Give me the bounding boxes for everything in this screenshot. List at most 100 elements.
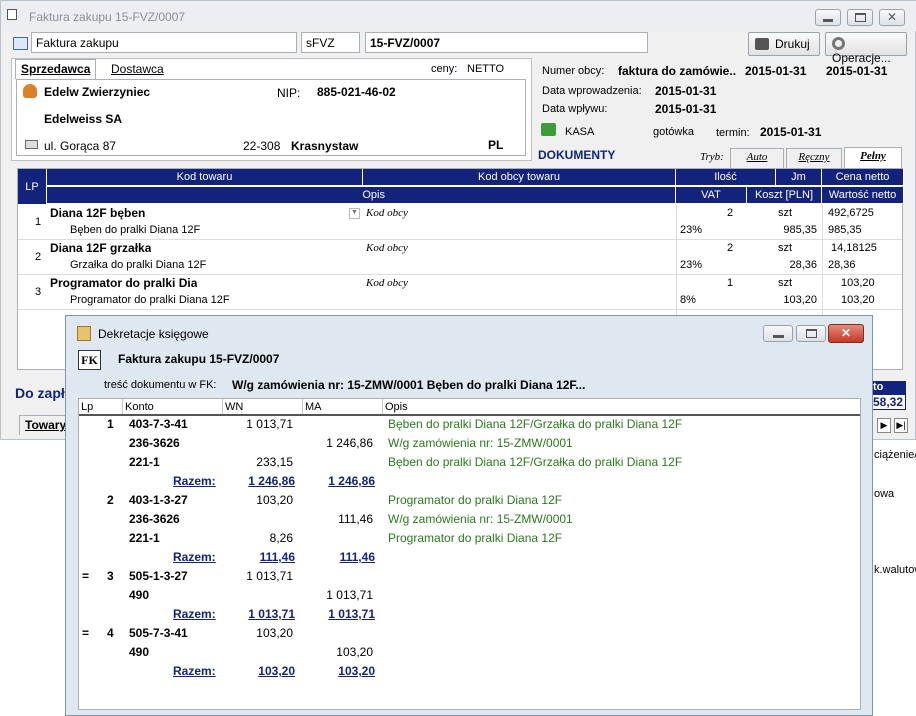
row-price: 14,18125	[831, 242, 877, 254]
total-row[interactable]: Razem: 1 013,71 1 013,71	[79, 605, 860, 624]
total-row[interactable]: Razem: 111,46 111,46	[79, 548, 860, 567]
row-lp: 3	[107, 569, 114, 583]
row-ma: 1 013,71	[326, 588, 373, 602]
col-opis[interactable]: Opis	[383, 399, 860, 415]
row-value: 28,36	[828, 259, 856, 271]
cash-label: KASA	[565, 126, 595, 138]
col-kod[interactable]: Kod towaru	[47, 169, 363, 186]
total-ma: 1 013,71	[328, 607, 375, 621]
tab-auto[interactable]: Auto	[730, 148, 784, 168]
cash-icon	[541, 123, 556, 136]
country: PL	[488, 138, 504, 152]
next-page-button[interactable]: ▶	[877, 418, 891, 433]
row-ma: 111,46	[338, 512, 373, 526]
tab-full[interactable]: Pełny	[844, 147, 902, 168]
col-jm[interactable]: Jm	[776, 169, 822, 186]
row-wn: 8,26	[269, 531, 293, 545]
row-desc: Programator do pralki Diana 12F	[70, 294, 230, 306]
posting-row[interactable]: = 4 505-7-3-41 103,20	[79, 624, 860, 643]
payment-method[interactable]: gotówka	[653, 126, 694, 138]
row-obcy: Kod obcy	[366, 242, 408, 254]
row-wn: 103,20	[256, 493, 293, 507]
row-lp: 4	[107, 626, 114, 640]
doc-type-field[interactable]: Faktura zakupu	[31, 32, 297, 53]
row-lp: 2	[35, 251, 42, 263]
posting-row[interactable]: 1 403-7-3-41 1 013,71 Bęben do pralki Diana…	[79, 415, 860, 434]
row-lp: 1	[35, 216, 42, 228]
col-kod-obcy[interactable]: Kod obcy towaru	[363, 169, 676, 186]
total-row[interactable]: Razem: 1 246,86 1 246,86	[79, 472, 860, 491]
fk-icon: FK	[78, 350, 101, 370]
tab-manual[interactable]: Ręczny	[786, 148, 842, 168]
date1: 2015-01-31	[745, 64, 807, 78]
prices-label: ceny:	[431, 63, 458, 75]
row-vat: 23%	[680, 224, 703, 236]
print-label: Drukuj	[775, 37, 810, 51]
col-vat[interactable]: VAT	[676, 187, 747, 204]
col-konto[interactable]: Konto	[123, 399, 223, 415]
party-full-name: Edelweiss SA	[44, 112, 123, 126]
nip-value: 885-021-46-02	[317, 85, 396, 99]
number-field[interactable]: 15-FVZ/0007	[365, 32, 648, 53]
content-label: treść dokumentu w FK:	[104, 379, 217, 391]
row-vat: 23%	[680, 259, 703, 271]
row-ma	[303, 453, 373, 472]
posting-row[interactable]: 2 403-1-3-27 103,20 Programator do pralki D…	[79, 491, 860, 510]
person-icon	[23, 84, 37, 98]
col-koszt[interactable]: Koszt [PLN]	[747, 187, 822, 204]
col-ilosc[interactable]: Ilość	[676, 169, 776, 186]
app-icon	[7, 9, 17, 20]
dialog-minimize-button[interactable]	[763, 325, 793, 342]
posting-row[interactable]: 236-3626 1 246,86 W/g zamówienia nr: 15-ZM…	[79, 434, 860, 453]
dialog-maximize-button[interactable]	[796, 325, 826, 342]
operations-button[interactable]: Operacje...	[825, 32, 907, 65]
row-price: 103,20	[841, 277, 875, 289]
content-text: W/g zamówienia nr: 15-ZMW/0001 Bęben do …	[232, 378, 586, 392]
row-wn: 1 013,71	[246, 569, 293, 583]
col-wn[interactable]: WN	[223, 399, 303, 415]
print-button[interactable]: Drukuj	[748, 32, 820, 56]
printer-icon	[755, 38, 769, 50]
total-row[interactable]: Razem: 103,20 103,20	[79, 662, 860, 681]
row-wn	[223, 643, 293, 662]
col-lp[interactable]: LP	[18, 169, 47, 205]
total-label: Razem:	[173, 607, 216, 621]
dropdown-icon[interactable]: ▼	[349, 208, 360, 219]
tab-seller[interactable]: Sprzedawca	[15, 59, 97, 79]
posting-row[interactable]: 221-1 233,15 Bęben do pralki Diana 12F/Grz…	[79, 453, 860, 472]
row-vat: 8%	[680, 294, 696, 306]
col-ma[interactable]: MA	[303, 399, 383, 415]
total-wn: 1 246,86	[248, 474, 295, 488]
close-button[interactable]: ✕	[879, 9, 905, 26]
last-page-button[interactable]: ▶|	[894, 418, 908, 433]
foreign-no: faktura do zamówie..	[618, 64, 737, 78]
table-row[interactable]: 2 Diana 12F grzałka Kod obcy 2 szt 14,18…	[18, 240, 902, 275]
row-wn	[223, 434, 293, 453]
row-lp: 2	[107, 493, 114, 507]
row-ma: 1 246,86	[326, 436, 373, 450]
table-row[interactable]: 1 Diana 12F bęben ▼ Kod obcy 2 szt 492,6…	[18, 205, 902, 240]
row-name: Programator do pralki Dia	[50, 276, 198, 290]
col-lp[interactable]: Lp	[79, 399, 123, 415]
posting-row[interactable]: 490 1 013,71	[79, 586, 860, 605]
dialog-doc: Faktura zakupu 15-FVZ/0007	[118, 352, 280, 366]
row-name: Diana 12F bęben	[50, 206, 146, 220]
posting-row[interactable]: 490 103,20	[79, 643, 860, 662]
maximize-button[interactable]	[847, 9, 873, 26]
row-wn: 103,20	[256, 626, 293, 640]
posting-row[interactable]: 236-3626 111,46 W/g zamówienia nr: 15-ZMW/…	[79, 510, 860, 529]
series-field[interactable]: sFVZ	[301, 32, 360, 53]
posting-row[interactable]: = 3 505-1-3-27 1 013,71	[79, 567, 860, 586]
nip-label: NIP:	[277, 86, 301, 100]
total-ma: 1 246,86	[328, 474, 375, 488]
posting-row[interactable]: 221-1 8,26 Programator do pralki Diana 12F	[79, 529, 860, 548]
minimize-button[interactable]	[815, 9, 841, 26]
table-row[interactable]: 3 Programator do pralki Dia Kod obcy 1 s…	[18, 275, 902, 310]
total-wn: 103,20	[258, 664, 295, 678]
tab-supplier[interactable]: Dostawca	[111, 62, 164, 76]
col-wartosc[interactable]: Wartość netto	[822, 187, 904, 204]
dialog-close-button[interactable]: ✕	[828, 324, 864, 343]
col-opis[interactable]: Opis	[47, 187, 676, 204]
col-cena[interactable]: Cena netto	[822, 169, 904, 186]
row-konto: 505-7-3-41	[129, 626, 188, 640]
